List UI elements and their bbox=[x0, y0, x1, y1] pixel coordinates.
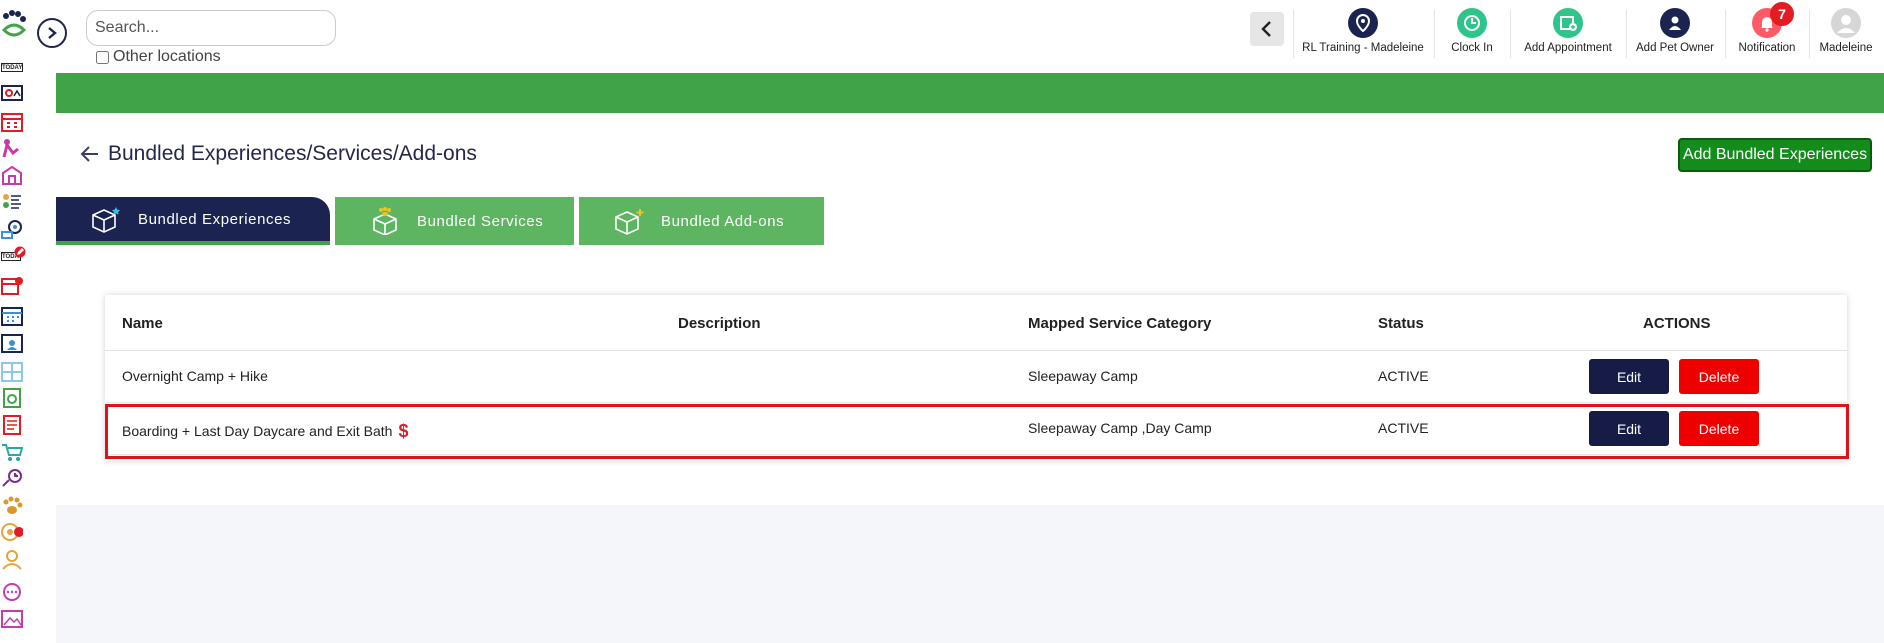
layout-icon[interactable] bbox=[1, 362, 23, 382]
map-pin-icon[interactable] bbox=[1, 220, 23, 240]
user-name: Madeleine bbox=[1819, 42, 1873, 54]
bell-icon: 7 bbox=[1752, 2, 1794, 38]
other-locations-toggle[interactable]: Other locations bbox=[96, 48, 221, 66]
tab-label: Bundled Add-ons bbox=[661, 212, 785, 230]
image-icon[interactable] bbox=[1, 609, 23, 629]
checklist-icon[interactable] bbox=[1, 388, 23, 408]
delete-button[interactable]: Delete bbox=[1679, 359, 1759, 394]
chevron-right-icon bbox=[48, 27, 57, 39]
calendar-edit-icon[interactable] bbox=[1, 276, 23, 296]
sidebar-item-today[interactable]: TODAY bbox=[1, 63, 23, 72]
clock-in-button[interactable]: Clock In bbox=[1442, 8, 1502, 60]
other-locations-checkbox[interactable] bbox=[96, 50, 109, 64]
row-category: Sleepaway Camp ,Day Camp bbox=[1028, 420, 1212, 436]
dashboard-icon[interactable] bbox=[1, 84, 23, 104]
other-locations-label: Other locations bbox=[113, 48, 221, 65]
tab-bundled-add-ons[interactable]: Bundled Add-ons bbox=[579, 197, 824, 245]
cart-icon[interactable] bbox=[1, 442, 23, 462]
add-pet-owner-label: Add Pet Owner bbox=[1636, 42, 1714, 54]
add-pet-owner-button[interactable]: Add Pet Owner bbox=[1632, 8, 1718, 60]
column-header-mapped-category: Mapped Service Category bbox=[1028, 315, 1212, 332]
alarm-icon[interactable] bbox=[1, 468, 23, 488]
tab-label: Bundled Services bbox=[417, 212, 544, 230]
calendar-add-icon bbox=[1553, 8, 1583, 38]
row-status: ACTIVE bbox=[1378, 420, 1429, 436]
location-label: RL Training - Madeleine bbox=[1302, 42, 1424, 54]
add-appointment-label: Add Appointment bbox=[1524, 42, 1612, 54]
kennel-icon[interactable] bbox=[1, 165, 23, 185]
chevron-left-icon bbox=[1261, 21, 1271, 37]
avatar bbox=[1831, 8, 1861, 38]
collapse-topbar-button[interactable] bbox=[1250, 12, 1284, 46]
notification-label: Notification bbox=[1738, 42, 1796, 54]
box-plus-icon bbox=[615, 209, 644, 235]
price-flag-icon: $ bbox=[398, 421, 409, 441]
notification-badge: 7 bbox=[1770, 2, 1794, 26]
box-star-icon bbox=[92, 207, 121, 233]
table-row: Boarding + Last Day Daycare and Exit Bat… bbox=[105, 403, 1847, 455]
staff-icon[interactable] bbox=[1, 193, 23, 213]
chat-icon[interactable] bbox=[1, 582, 23, 602]
sidebar: TODAY TODAY bbox=[0, 0, 56, 643]
calendar-icon[interactable] bbox=[1, 306, 23, 326]
edit-icon bbox=[14, 246, 26, 258]
calendar-user-icon[interactable] bbox=[1, 333, 23, 353]
clock-icon bbox=[1457, 8, 1487, 38]
arrow-left-icon[interactable] bbox=[80, 145, 100, 163]
row-name: Boarding + Last Day Daycare and Exit Bat… bbox=[122, 423, 393, 439]
topbar-divider bbox=[1626, 10, 1627, 58]
tab-bundled-experiences[interactable]: Bundled Experiences bbox=[56, 197, 330, 245]
paw-icon[interactable] bbox=[1, 496, 23, 516]
topbar-divider bbox=[1293, 10, 1294, 58]
clock-in-label: Clock In bbox=[1451, 42, 1493, 54]
page-header: Bundled Experiences/Services/Add-ons bbox=[80, 142, 477, 166]
user-menu[interactable]: Madeleine bbox=[1816, 8, 1876, 60]
bundled-experiences-table: Name Description Mapped Service Category… bbox=[105, 295, 1847, 461]
tab-bundled-services[interactable]: Bundled Services bbox=[335, 197, 574, 245]
row-status: ACTIVE bbox=[1378, 368, 1429, 384]
delete-button[interactable]: Delete bbox=[1679, 411, 1759, 446]
topbar-divider bbox=[1434, 10, 1435, 58]
sidebar-expand-button[interactable] bbox=[37, 18, 67, 48]
table-header: Name Description Mapped Service Category… bbox=[105, 295, 1847, 351]
tab-label: Bundled Experiences bbox=[138, 210, 292, 228]
table-row: Overnight Camp + Hike Sleepaway Camp ACT… bbox=[105, 351, 1847, 403]
calendar-grid-icon[interactable] bbox=[1, 112, 23, 132]
notification-button[interactable]: 7 Notification bbox=[1731, 2, 1803, 60]
add-appointment-button[interactable]: Add Appointment bbox=[1518, 8, 1618, 60]
add-bundled-experiences-button[interactable]: Add Bundled Experiences bbox=[1678, 138, 1872, 172]
row-name-cell: Boarding + Last Day Daycare and Exit Bat… bbox=[122, 420, 408, 441]
edit-button[interactable]: Edit bbox=[1589, 359, 1669, 394]
user-icon[interactable] bbox=[1, 550, 23, 570]
document-icon[interactable] bbox=[1, 415, 23, 435]
user-add-icon bbox=[1660, 8, 1690, 38]
edit-button[interactable]: Edit bbox=[1589, 411, 1669, 446]
avatar-icon bbox=[1837, 15, 1855, 33]
column-header-status: Status bbox=[1378, 315, 1424, 332]
location-pin-icon bbox=[1348, 8, 1378, 38]
search-input[interactable] bbox=[86, 10, 336, 46]
paw-logo-icon[interactable] bbox=[0, 8, 28, 40]
location-selector[interactable]: RL Training - Madeleine bbox=[1300, 8, 1426, 60]
topbar-divider bbox=[1510, 10, 1511, 58]
row-category: Sleepaway Camp bbox=[1028, 368, 1138, 384]
target-icon[interactable] bbox=[1, 522, 23, 542]
header-banner bbox=[56, 73, 1884, 113]
column-header-actions: ACTIONS bbox=[1643, 315, 1711, 332]
page-background bbox=[56, 505, 1884, 643]
column-header-description: Description bbox=[678, 315, 761, 332]
topbar-divider bbox=[1725, 10, 1726, 58]
page-title: Bundled Experiences/Services/Add-ons bbox=[108, 142, 477, 165]
box-paw-icon bbox=[373, 207, 397, 235]
column-header-name: Name bbox=[122, 315, 163, 332]
topbar-divider bbox=[1809, 10, 1810, 58]
row-name: Overnight Camp + Hike bbox=[122, 368, 268, 384]
grooming-icon[interactable] bbox=[1, 138, 23, 158]
